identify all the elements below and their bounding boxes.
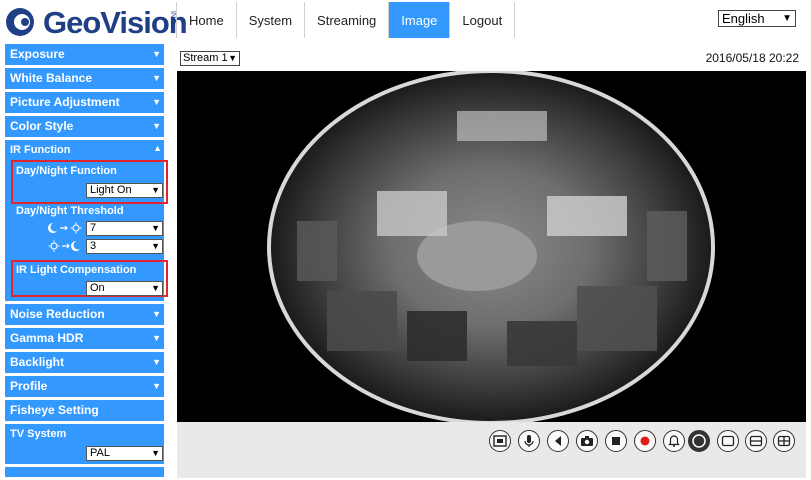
microphone-icon bbox=[524, 435, 534, 447]
live-video-view[interactable] bbox=[177, 71, 806, 422]
fullscreen-button[interactable] bbox=[489, 430, 511, 452]
alarm-icon bbox=[668, 435, 680, 447]
section-ir-function-header[interactable]: IR Function ▲ bbox=[10, 143, 162, 158]
expand-triangle-icon: ▼ bbox=[152, 381, 161, 391]
fisheye-view-icon bbox=[692, 434, 706, 448]
section-ir-function-label: IR Function bbox=[10, 144, 71, 156]
section-backlight-label: Backlight bbox=[10, 355, 65, 369]
stream-select-value: Stream 1 bbox=[183, 52, 228, 64]
section-picture-adjustment[interactable]: Picture Adjustment ▼ bbox=[5, 92, 164, 113]
tv-system-select[interactable]: PAL ▼ bbox=[86, 446, 163, 461]
ir-light-compensation-select[interactable]: On ▼ bbox=[86, 281, 163, 296]
record-icon bbox=[640, 436, 650, 446]
nav-logout[interactable]: Logout bbox=[450, 2, 516, 38]
ir-light-compensation-label: IR Light Compensation bbox=[16, 264, 137, 276]
dual-view-button[interactable] bbox=[745, 430, 767, 452]
section-more[interactable] bbox=[5, 467, 164, 477]
section-gamma-hdr-label: Gamma HDR bbox=[10, 331, 84, 345]
section-fisheye-setting[interactable]: Fisheye Setting bbox=[5, 400, 164, 421]
day-night-function-value: Light On bbox=[90, 184, 132, 196]
nav-home[interactable]: Home bbox=[177, 2, 237, 38]
record-button[interactable] bbox=[634, 430, 656, 452]
chevron-down-icon: ▼ bbox=[151, 241, 160, 251]
camera-icon bbox=[581, 436, 593, 446]
night-to-day-threshold-value: 7 bbox=[90, 222, 97, 234]
stop-button[interactable] bbox=[605, 430, 627, 452]
day-to-night-icon bbox=[48, 240, 80, 252]
section-exposure[interactable]: Exposure ▼ bbox=[5, 44, 164, 65]
sidebar: Exposure ▼ White Balance ▼ Picture Adjustm… bbox=[5, 44, 168, 480]
alarm-button[interactable] bbox=[663, 430, 685, 452]
single-view-icon bbox=[721, 435, 735, 447]
night-to-day-icon bbox=[48, 222, 82, 234]
expand-triangle-icon: ▼ bbox=[152, 357, 161, 367]
expand-triangle-icon: ▼ bbox=[152, 309, 161, 319]
ir-light-compensation-value: On bbox=[90, 282, 105, 294]
microphone-button[interactable] bbox=[518, 430, 540, 452]
chevron-down-icon: ▼ bbox=[782, 13, 792, 24]
section-color-style[interactable]: Color Style ▼ bbox=[5, 116, 164, 137]
language-select[interactable]: English ▼ bbox=[718, 10, 796, 27]
speaker-button[interactable] bbox=[547, 430, 569, 452]
fullscreen-icon bbox=[493, 435, 507, 447]
video-toolbar bbox=[177, 422, 806, 478]
section-profile-label: Profile bbox=[10, 379, 48, 393]
section-picture-adjustment-label: Picture Adjustment bbox=[10, 95, 120, 109]
day-night-threshold-label: Day/Night Threshold bbox=[16, 205, 124, 217]
chevron-down-icon: ▼ bbox=[228, 53, 237, 63]
speaker-icon bbox=[555, 436, 561, 446]
day-to-night-threshold-select[interactable]: 3 ▼ bbox=[86, 239, 163, 254]
brand-suffix: INC. bbox=[169, 11, 176, 25]
chevron-down-icon: ▼ bbox=[151, 283, 160, 293]
section-exposure-label: Exposure bbox=[10, 47, 65, 61]
day-night-function-label: Day/Night Function bbox=[16, 165, 117, 177]
fisheye-view-button[interactable] bbox=[688, 430, 710, 452]
single-view-button[interactable] bbox=[717, 430, 739, 452]
language-select-value: English bbox=[722, 11, 765, 26]
datetime-display: 2016/05/18 20:22 bbox=[705, 51, 799, 65]
section-profile[interactable]: Profile ▼ bbox=[5, 376, 164, 397]
geovision-logo[interactable]: GeoVision INC. bbox=[4, 3, 188, 41]
snapshot-button[interactable] bbox=[576, 430, 598, 452]
section-color-style-label: Color Style bbox=[10, 119, 74, 133]
top-nav: Home System Streaming Image Logout bbox=[176, 2, 516, 38]
tv-system-value: PAL bbox=[90, 447, 110, 459]
expand-triangle-icon: ▼ bbox=[152, 49, 161, 59]
section-tv-system: TV System PAL ▼ bbox=[5, 424, 164, 464]
section-noise-reduction-label: Noise Reduction bbox=[10, 307, 105, 321]
stop-icon bbox=[612, 437, 620, 445]
section-backlight[interactable]: Backlight ▼ bbox=[5, 352, 164, 373]
expand-triangle-icon: ▼ bbox=[152, 73, 161, 83]
quad-view-button[interactable] bbox=[773, 430, 795, 452]
quad-view-icon bbox=[777, 435, 791, 447]
expand-triangle-icon: ▼ bbox=[152, 97, 161, 107]
brand-name: GeoVision bbox=[43, 5, 188, 40]
dual-view-icon bbox=[749, 435, 763, 447]
night-to-day-threshold-select[interactable]: 7 ▼ bbox=[86, 221, 163, 236]
section-gamma-hdr[interactable]: Gamma HDR ▼ bbox=[5, 328, 164, 349]
nav-system[interactable]: System bbox=[237, 2, 306, 38]
tv-system-label: TV System bbox=[10, 428, 67, 440]
chevron-down-icon: ▼ bbox=[151, 448, 160, 458]
header: GeoVision INC. Home System Streaming Ima… bbox=[0, 0, 811, 42]
section-white-balance[interactable]: White Balance ▼ bbox=[5, 68, 164, 89]
stream-select[interactable]: Stream 1 ▼ bbox=[180, 51, 240, 66]
section-ir-function: IR Function ▲ Day/Night Function Light O… bbox=[5, 140, 168, 301]
day-to-night-threshold-value: 3 bbox=[90, 240, 97, 252]
fisheye-video-image bbox=[267, 71, 715, 422]
chevron-down-icon: ▼ bbox=[151, 223, 160, 233]
collapse-triangle-icon: ▲ bbox=[153, 143, 162, 153]
chevron-down-icon: ▼ bbox=[151, 185, 160, 195]
day-night-function-select[interactable]: Light On ▼ bbox=[86, 183, 163, 198]
section-white-balance-label: White Balance bbox=[10, 71, 93, 85]
nav-image[interactable]: Image bbox=[389, 2, 451, 38]
expand-triangle-icon: ▼ bbox=[152, 333, 161, 343]
nav-streaming[interactable]: Streaming bbox=[305, 2, 390, 38]
section-noise-reduction[interactable]: Noise Reduction ▼ bbox=[5, 304, 164, 325]
section-fisheye-setting-label: Fisheye Setting bbox=[10, 403, 99, 417]
expand-triangle-icon: ▼ bbox=[152, 121, 161, 131]
geovision-logo-mark-icon bbox=[6, 8, 34, 36]
